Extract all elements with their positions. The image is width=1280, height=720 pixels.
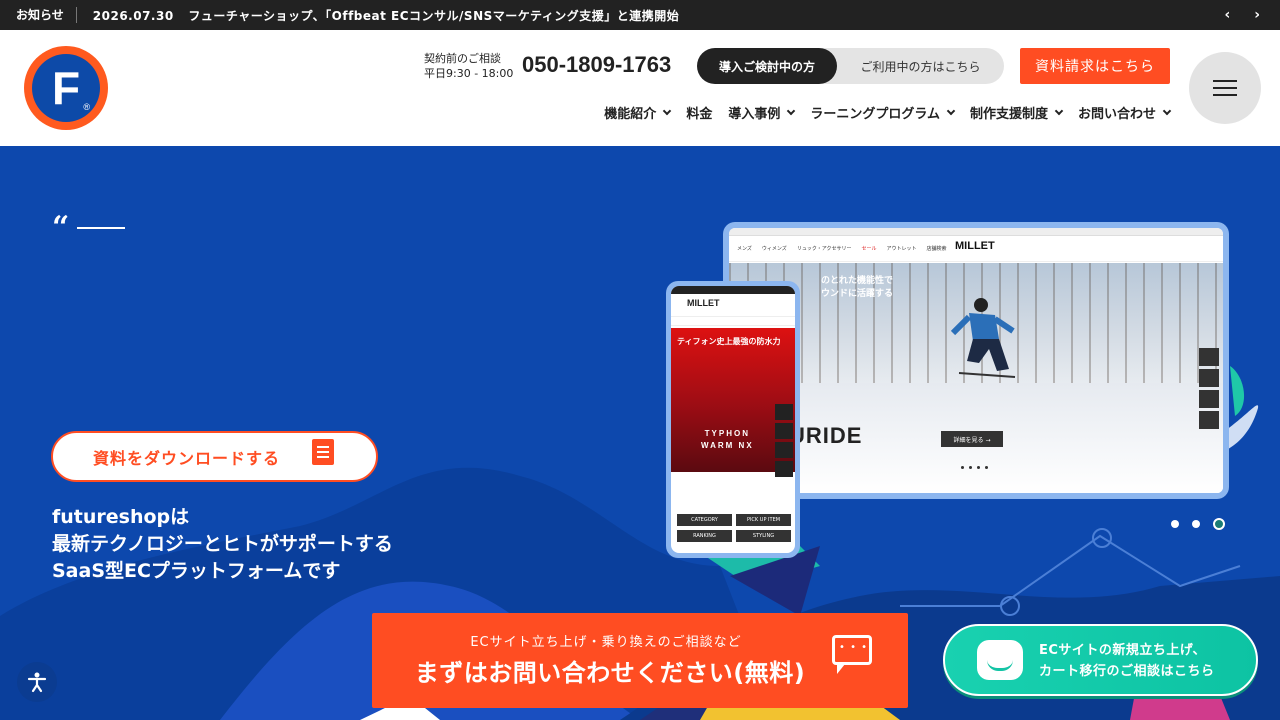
- phone-brand: MILLET: [687, 298, 720, 308]
- tablet-screen: メンズ ウィメンズ リュック・アクセサリー セール アウトレット 店舗検索 MI…: [729, 228, 1223, 493]
- nav-production-support[interactable]: 制作支援制度: [969, 103, 1064, 122]
- phone-product-line: TYPHON: [704, 429, 750, 438]
- phone-number[interactable]: 050-1809-1763: [522, 52, 671, 78]
- slider-dot-3[interactable]: [1213, 518, 1225, 530]
- nav-learning[interactable]: ラーニングプログラム: [810, 103, 956, 122]
- phone-screen: MILLET ティフォン史上最強の防水力 TYPHON WARM NX CATE…: [671, 286, 795, 553]
- download-button-label: 資料をダウンロードする: [93, 448, 281, 468]
- tablet-copy-line: ウンドに活躍する: [821, 289, 894, 299]
- nav-label: お問い合わせ: [1077, 107, 1156, 122]
- phone-button: STYLING: [736, 530, 791, 542]
- cta-side-text: ECサイトの新規立ち上げ、 カート移行のご相談はこちら: [1039, 640, 1215, 682]
- tablet-copy: のとれた機能性で ウンドに活躍する: [821, 275, 893, 301]
- chat-icon: [977, 640, 1023, 680]
- tablet-nav-item: セール: [861, 246, 877, 252]
- tagline-line-1: futureshopは: [52, 506, 190, 528]
- logo-registered: ®: [83, 102, 90, 112]
- chevron-down-icon: [1162, 106, 1172, 116]
- news-date: 2026.07.30: [92, 8, 174, 23]
- toggle-prospective[interactable]: 導入ご検討中の方: [697, 48, 837, 84]
- chevron-down-icon: [946, 106, 956, 116]
- tablet-nav-item: メンズ: [737, 246, 752, 252]
- toggle-existing-users[interactable]: ご利用中の方はこちら: [837, 48, 1004, 84]
- news-arrows: ‹ ›: [1224, 0, 1260, 30]
- tablet-side-icons: [1199, 348, 1219, 429]
- phone-hero-image: ティフォン史上最強の防水力 TYPHON WARM NX: [671, 328, 795, 477]
- nav-label: 料金: [686, 107, 713, 122]
- cta-main-text: まずはお問い合わせください(無料): [414, 659, 806, 687]
- nav-label: 制作支援制度: [969, 107, 1048, 122]
- tablet-hero-word: URIDE: [789, 423, 863, 448]
- phone-title: ティフォン史上最強の防水力: [677, 337, 781, 346]
- request-materials-button[interactable]: 資料請求はこちら: [1020, 48, 1170, 84]
- quote-line: [77, 227, 126, 229]
- nav-label: 導入事例: [728, 107, 781, 122]
- nav-cases[interactable]: 導入事例: [728, 103, 796, 122]
- contact-time: 平日9:30 - 18:00: [424, 67, 514, 80]
- phone-button: CATEGORY: [677, 514, 732, 526]
- cta-side-line-2: カート移行のご相談はこちら: [1039, 664, 1215, 679]
- logo-mark: F ®: [32, 54, 100, 122]
- tablet-slider-dots: [961, 466, 988, 469]
- nav-contact[interactable]: お問い合わせ: [1077, 103, 1172, 122]
- nav-pricing[interactable]: 料金: [686, 103, 712, 122]
- tablet-brand: MILLET: [955, 240, 995, 252]
- download-materials-button[interactable]: 資料をダウンロードする: [51, 431, 378, 482]
- news-bar: お知らせ 2026.07.30 フューチャーショップ、「Offbeat ECコン…: [0, 0, 1280, 30]
- futureshop-logo[interactable]: F ®: [24, 46, 108, 130]
- tablet-nav-item: アウトレット: [886, 246, 917, 252]
- tablet-hero-image: のとれた機能性で ウンドに活躍する URIDE 詳細を見る →: [729, 263, 1223, 493]
- chevron-down-icon: [787, 106, 796, 116]
- audience-toggle: 導入ご検討中の方 ご利用中の方はこちら: [697, 48, 1004, 84]
- site-header: F ® 契約前のご相談 平日9:30 - 18:00 050-1809-1763…: [0, 30, 1280, 146]
- news-item-link[interactable]: 2026.07.30 フューチャーショップ、「Offbeat ECコンサル/SN…: [77, 7, 680, 24]
- news-headline: フューチャーショップ、「Offbeat ECコンサル/SNSマーケティング支援」…: [188, 8, 680, 23]
- logo-letter: F: [51, 62, 81, 114]
- tablet-more-button: 詳細を見る →: [941, 431, 1003, 447]
- phone-product-line: WARM NX: [701, 441, 754, 450]
- accessibility-icon[interactable]: [17, 662, 57, 702]
- nav-features[interactable]: 機能紹介: [604, 103, 672, 122]
- slider-dot-1[interactable]: [1171, 520, 1179, 528]
- cta-side-line-1: ECサイトの新規立ち上げ、: [1039, 643, 1207, 658]
- phone-mockup: MILLET ティフォン史上最強の防水力 TYPHON WARM NX CATE…: [666, 281, 800, 558]
- tablet-nav-item: リュック・アクセサリー: [796, 246, 852, 252]
- tablet-copy-line: のとれた機能性で: [821, 276, 894, 286]
- chevron-left-icon[interactable]: ‹: [1224, 7, 1230, 23]
- chat-bubble-icon: [832, 635, 872, 674]
- phone-button: RANKING: [677, 530, 732, 542]
- hamburger-icon[interactable]: [1189, 52, 1261, 124]
- tablet-nav-item: 店舗検索: [926, 246, 947, 252]
- phone-button: PICK UP ITEM: [736, 514, 791, 526]
- chevron-down-icon: [663, 106, 672, 116]
- contact-label: 契約前のご相談: [424, 52, 501, 65]
- skier-illustration: [950, 298, 1016, 378]
- news-label: お知らせ: [0, 7, 77, 23]
- hero-slider-dots: [1171, 518, 1225, 530]
- accessibility-figure: [27, 672, 47, 693]
- cta-subtext: ECサイト立ち上げ・乗り換えのご相談など: [470, 635, 742, 650]
- nav-label: ラーニングプログラム: [810, 107, 940, 122]
- nav-label: 機能紹介: [604, 107, 657, 122]
- chevron-down-icon: [1054, 106, 1064, 116]
- quote-decoration: “: [52, 210, 126, 245]
- tablet-nav: メンズ ウィメンズ リュック・アクセサリー セール アウトレット 店舗検索 MI…: [729, 236, 1223, 262]
- chevron-right-icon[interactable]: ›: [1254, 7, 1260, 23]
- tagline-line-3: SaaS型ECプラットフォームです: [52, 560, 341, 582]
- main-nav: 機能紹介 料金 導入事例 ラーニングプログラム 制作支援制度 お問い合わせ: [604, 103, 1172, 122]
- phone-product: TYPHON WARM NX: [701, 428, 754, 452]
- slider-dot-2[interactable]: [1192, 520, 1200, 528]
- tablet-nav-item: ウィメンズ: [761, 246, 787, 252]
- contact-cta-button[interactable]: ECサイト立ち上げ・乗り換えのご相談など まずはお問い合わせください(無料): [372, 613, 908, 708]
- phone-buttons: CATEGORY PICK UP ITEM RANKING STYLING: [677, 514, 791, 542]
- hero-section: “ 資料をダウンロードする futureshopは 最新テクノロジーとヒトがサポ…: [0, 146, 1280, 720]
- tagline-line-2: 最新テクノロジーとヒトがサポートする: [52, 533, 393, 555]
- quote-mark: “: [52, 210, 70, 245]
- hero-tagline: futureshopは 最新テクノロジーとヒトがサポートする SaaS型ECプラ…: [52, 504, 393, 585]
- contact-hours: 契約前のご相談 平日9:30 - 18:00: [424, 51, 513, 81]
- document-icon: [312, 439, 334, 465]
- new-site-consult-button[interactable]: ECサイトの新規立ち上げ、 カート移行のご相談はこちら: [943, 624, 1258, 696]
